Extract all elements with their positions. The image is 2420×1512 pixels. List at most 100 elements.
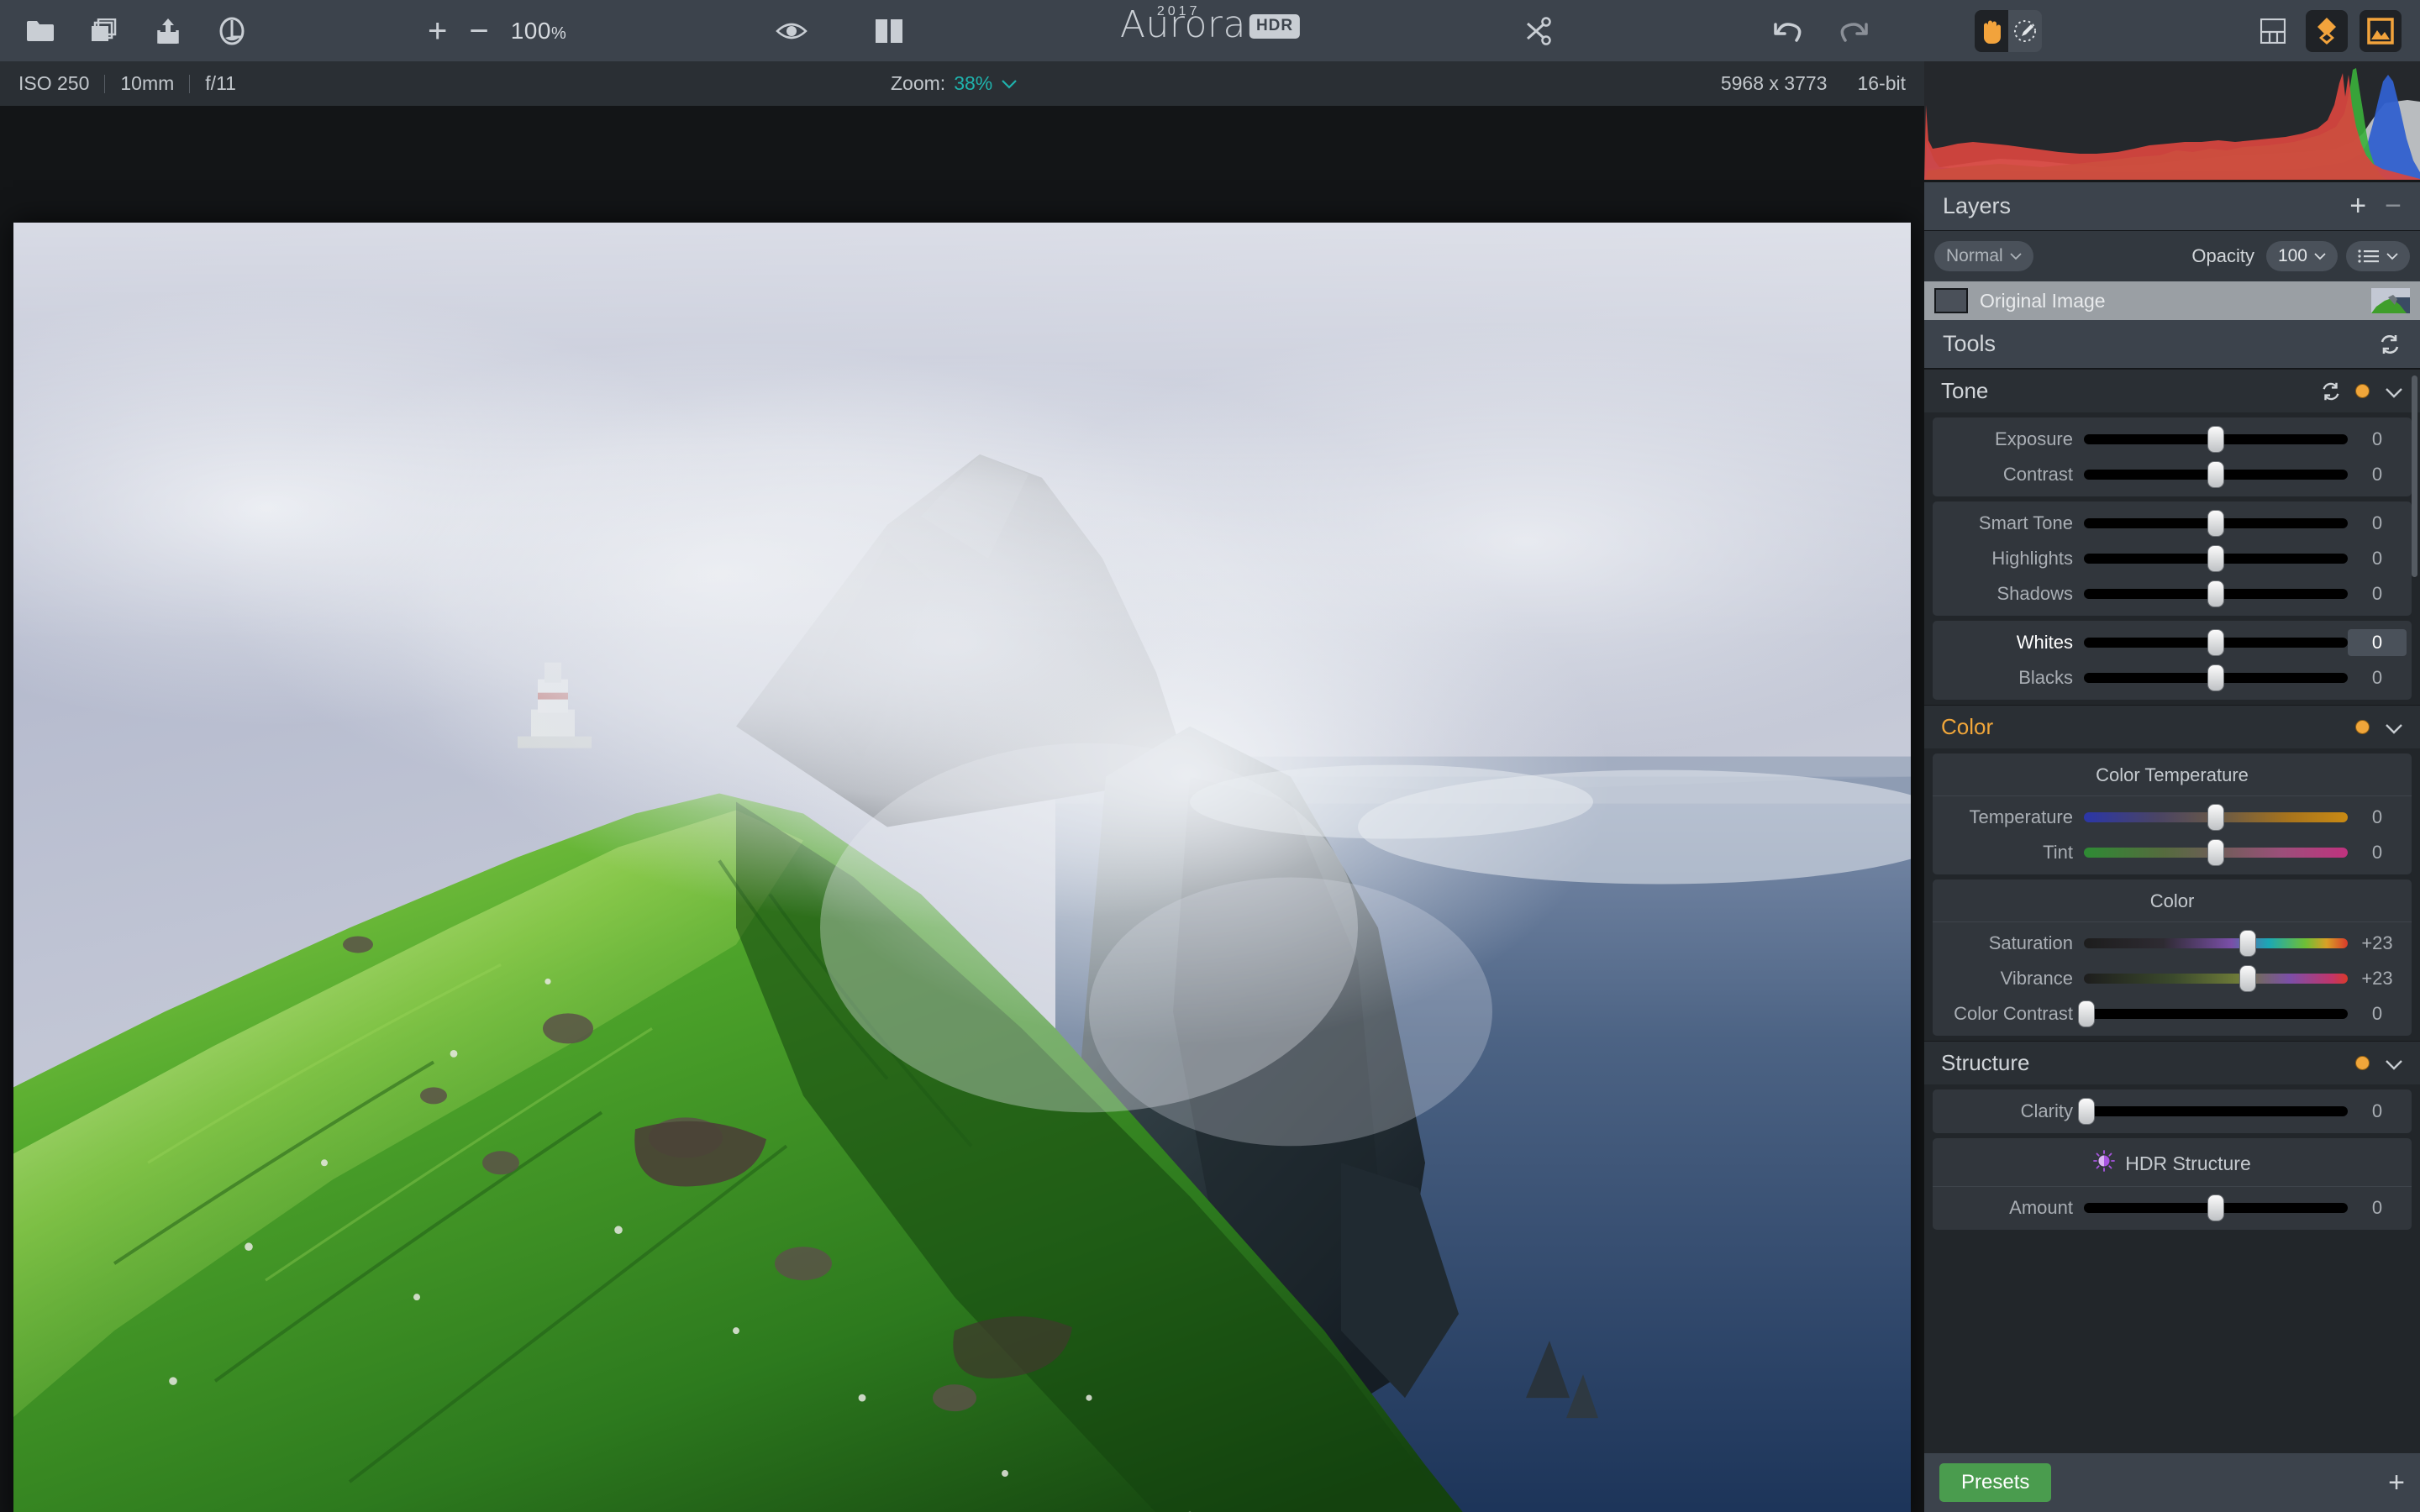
slider-track[interactable]	[2084, 510, 2348, 537]
chevron-down-icon[interactable]	[1001, 79, 1018, 89]
opacity-value: 100	[2277, 246, 2307, 265]
slider-value[interactable]: +23	[2348, 932, 2407, 954]
slider-value[interactable]: 0	[2348, 667, 2407, 689]
slider-value[interactable]: 0	[2348, 583, 2407, 605]
layer-options-bar: Normal Opacity 100	[1924, 231, 2420, 281]
slider-handle[interactable]	[2207, 426, 2224, 453]
chevron-down-icon[interactable]	[2385, 714, 2403, 740]
slider-value[interactable]: 0	[2348, 464, 2407, 486]
slider-handle[interactable]	[2207, 804, 2224, 831]
slider-handle[interactable]	[2207, 580, 2224, 607]
redo-arrow-icon[interactable]	[1835, 12, 1874, 50]
slider-group: HDR Structure Amount 0	[1933, 1138, 2412, 1230]
slider-track[interactable]	[2084, 1194, 2348, 1221]
slider-track[interactable]	[2084, 426, 2348, 453]
slider-track[interactable]	[2084, 545, 2348, 572]
layer-mask-thumbnail[interactable]	[1934, 288, 1968, 313]
slider-value[interactable]: 0	[2348, 1197, 2407, 1219]
slider-value[interactable]: 0	[2348, 1100, 2407, 1122]
add-layer-button[interactable]: +	[2349, 190, 2366, 223]
reset-circular-icon[interactable]	[2320, 381, 2342, 402]
slider-handle[interactable]	[2207, 461, 2224, 488]
slider-handle[interactable]	[2238, 930, 2256, 957]
histogram-panel[interactable]	[1924, 61, 2420, 182]
slider-handle[interactable]	[2207, 664, 2224, 691]
undo-arrow-icon[interactable]	[1768, 12, 1807, 50]
slider-handle[interactable]	[2207, 839, 2224, 866]
share-export-icon[interactable]	[149, 12, 187, 50]
slider-group: Clarity 0	[1933, 1089, 2412, 1133]
image-panel-icon[interactable]	[2360, 9, 2402, 52]
photo-preview[interactable]	[13, 223, 1911, 1512]
slider-track[interactable]	[2084, 804, 2348, 831]
slider-track[interactable]	[2084, 965, 2348, 992]
slider-handle[interactable]	[2207, 629, 2224, 656]
batch-layers-icon[interactable]	[85, 12, 124, 50]
chevron-down-icon[interactable]	[2385, 1050, 2403, 1076]
section-header-structure[interactable]: Structure	[1924, 1041, 2420, 1084]
layer-row-original-image[interactable]: Original Image	[1924, 281, 2420, 320]
slider-track[interactable]	[2084, 930, 2348, 957]
aurora-mark-icon[interactable]	[213, 12, 251, 50]
section-title: Color	[1941, 714, 1994, 739]
slider-handle[interactable]	[2238, 965, 2256, 992]
slider-value[interactable]: 0	[2348, 629, 2407, 656]
section-enabled-indicator[interactable]	[2355, 1056, 2370, 1070]
zoom-selector[interactable]: Zoom: 38%	[891, 72, 1018, 95]
zoom-label: Zoom:	[891, 72, 946, 94]
pixel-dimensions: 5968 x 3773	[1720, 72, 1828, 94]
remove-layer-button[interactable]: −	[2385, 190, 2402, 223]
slider-track[interactable]	[2078, 1098, 2348, 1125]
presets-diamond-icon[interactable]	[2306, 9, 2348, 52]
slider-track[interactable]	[2084, 664, 2348, 691]
logo-hdr-badge: HDR	[1249, 14, 1301, 39]
eye-preview-icon[interactable]	[772, 12, 811, 50]
slider-label: Blacks	[2018, 667, 2073, 688]
open-folder-icon[interactable]	[21, 12, 60, 50]
slider-handle[interactable]	[2207, 1194, 2224, 1221]
slider-track[interactable]	[2084, 580, 2348, 607]
grid-view-icon[interactable]	[2252, 10, 2294, 52]
image-canvas[interactable]	[0, 106, 1924, 1512]
slider-value[interactable]: 0	[2348, 1003, 2407, 1025]
split-compare-icon[interactable]	[870, 12, 908, 50]
slider-value[interactable]: 0	[2348, 428, 2407, 450]
meta-divider	[104, 74, 106, 93]
section-enabled-indicator[interactable]	[2355, 720, 2370, 734]
presets-button[interactable]: Presets	[1939, 1463, 2052, 1502]
slider-handle[interactable]	[2078, 1098, 2096, 1125]
brush-tool-icon[interactable]	[2008, 9, 2042, 52]
slider-value[interactable]: 0	[2348, 548, 2407, 570]
slider-value[interactable]: 0	[2348, 806, 2407, 828]
section-header-color[interactable]: Color	[1924, 705, 2420, 748]
section-header-tone[interactable]: Tone	[1924, 369, 2420, 412]
toolbar-view-group	[772, 12, 908, 50]
zoom-in-button[interactable]: +	[428, 14, 447, 48]
section-enabled-indicator[interactable]	[2355, 384, 2370, 398]
layers-title: Layers	[1943, 193, 2012, 218]
zoom-level-display: 100%	[511, 18, 567, 45]
slider-handle[interactable]	[2207, 545, 2224, 572]
slider-track[interactable]	[2078, 1000, 2348, 1027]
chevron-down-icon	[2314, 252, 2326, 260]
hand-tool-icon[interactable]	[1975, 9, 2008, 52]
slider-handle[interactable]	[2207, 510, 2224, 537]
blend-mode-select[interactable]: Normal	[1934, 241, 2033, 271]
slider-handle[interactable]	[2078, 1000, 2096, 1027]
layer-menu-button[interactable]	[2346, 241, 2410, 271]
slider-track[interactable]	[2084, 839, 2348, 866]
slider-value[interactable]: +23	[2348, 968, 2407, 990]
zoom-out-button[interactable]: −	[469, 14, 488, 48]
slider-value[interactable]: 0	[2348, 512, 2407, 534]
opacity-stepper[interactable]: 100	[2265, 241, 2338, 271]
add-preset-button[interactable]: +	[2388, 1467, 2405, 1499]
layer-name: Original Image	[1980, 289, 2106, 312]
slider-value[interactable]: 0	[2348, 842, 2407, 864]
reset-circular-icon[interactable]	[2378, 333, 2402, 356]
tools-scroll-area[interactable]: Tone Exposure 0 Contrast 0 Smart Tone 0 Highlig…	[1924, 369, 2420, 1473]
slider-track[interactable]	[2084, 629, 2348, 656]
chevron-down-icon[interactable]	[2385, 378, 2403, 404]
tools-scrollbar[interactable]	[2412, 375, 2417, 577]
slider-track[interactable]	[2084, 461, 2348, 488]
scissors-crop-icon[interactable]	[1519, 12, 1558, 50]
